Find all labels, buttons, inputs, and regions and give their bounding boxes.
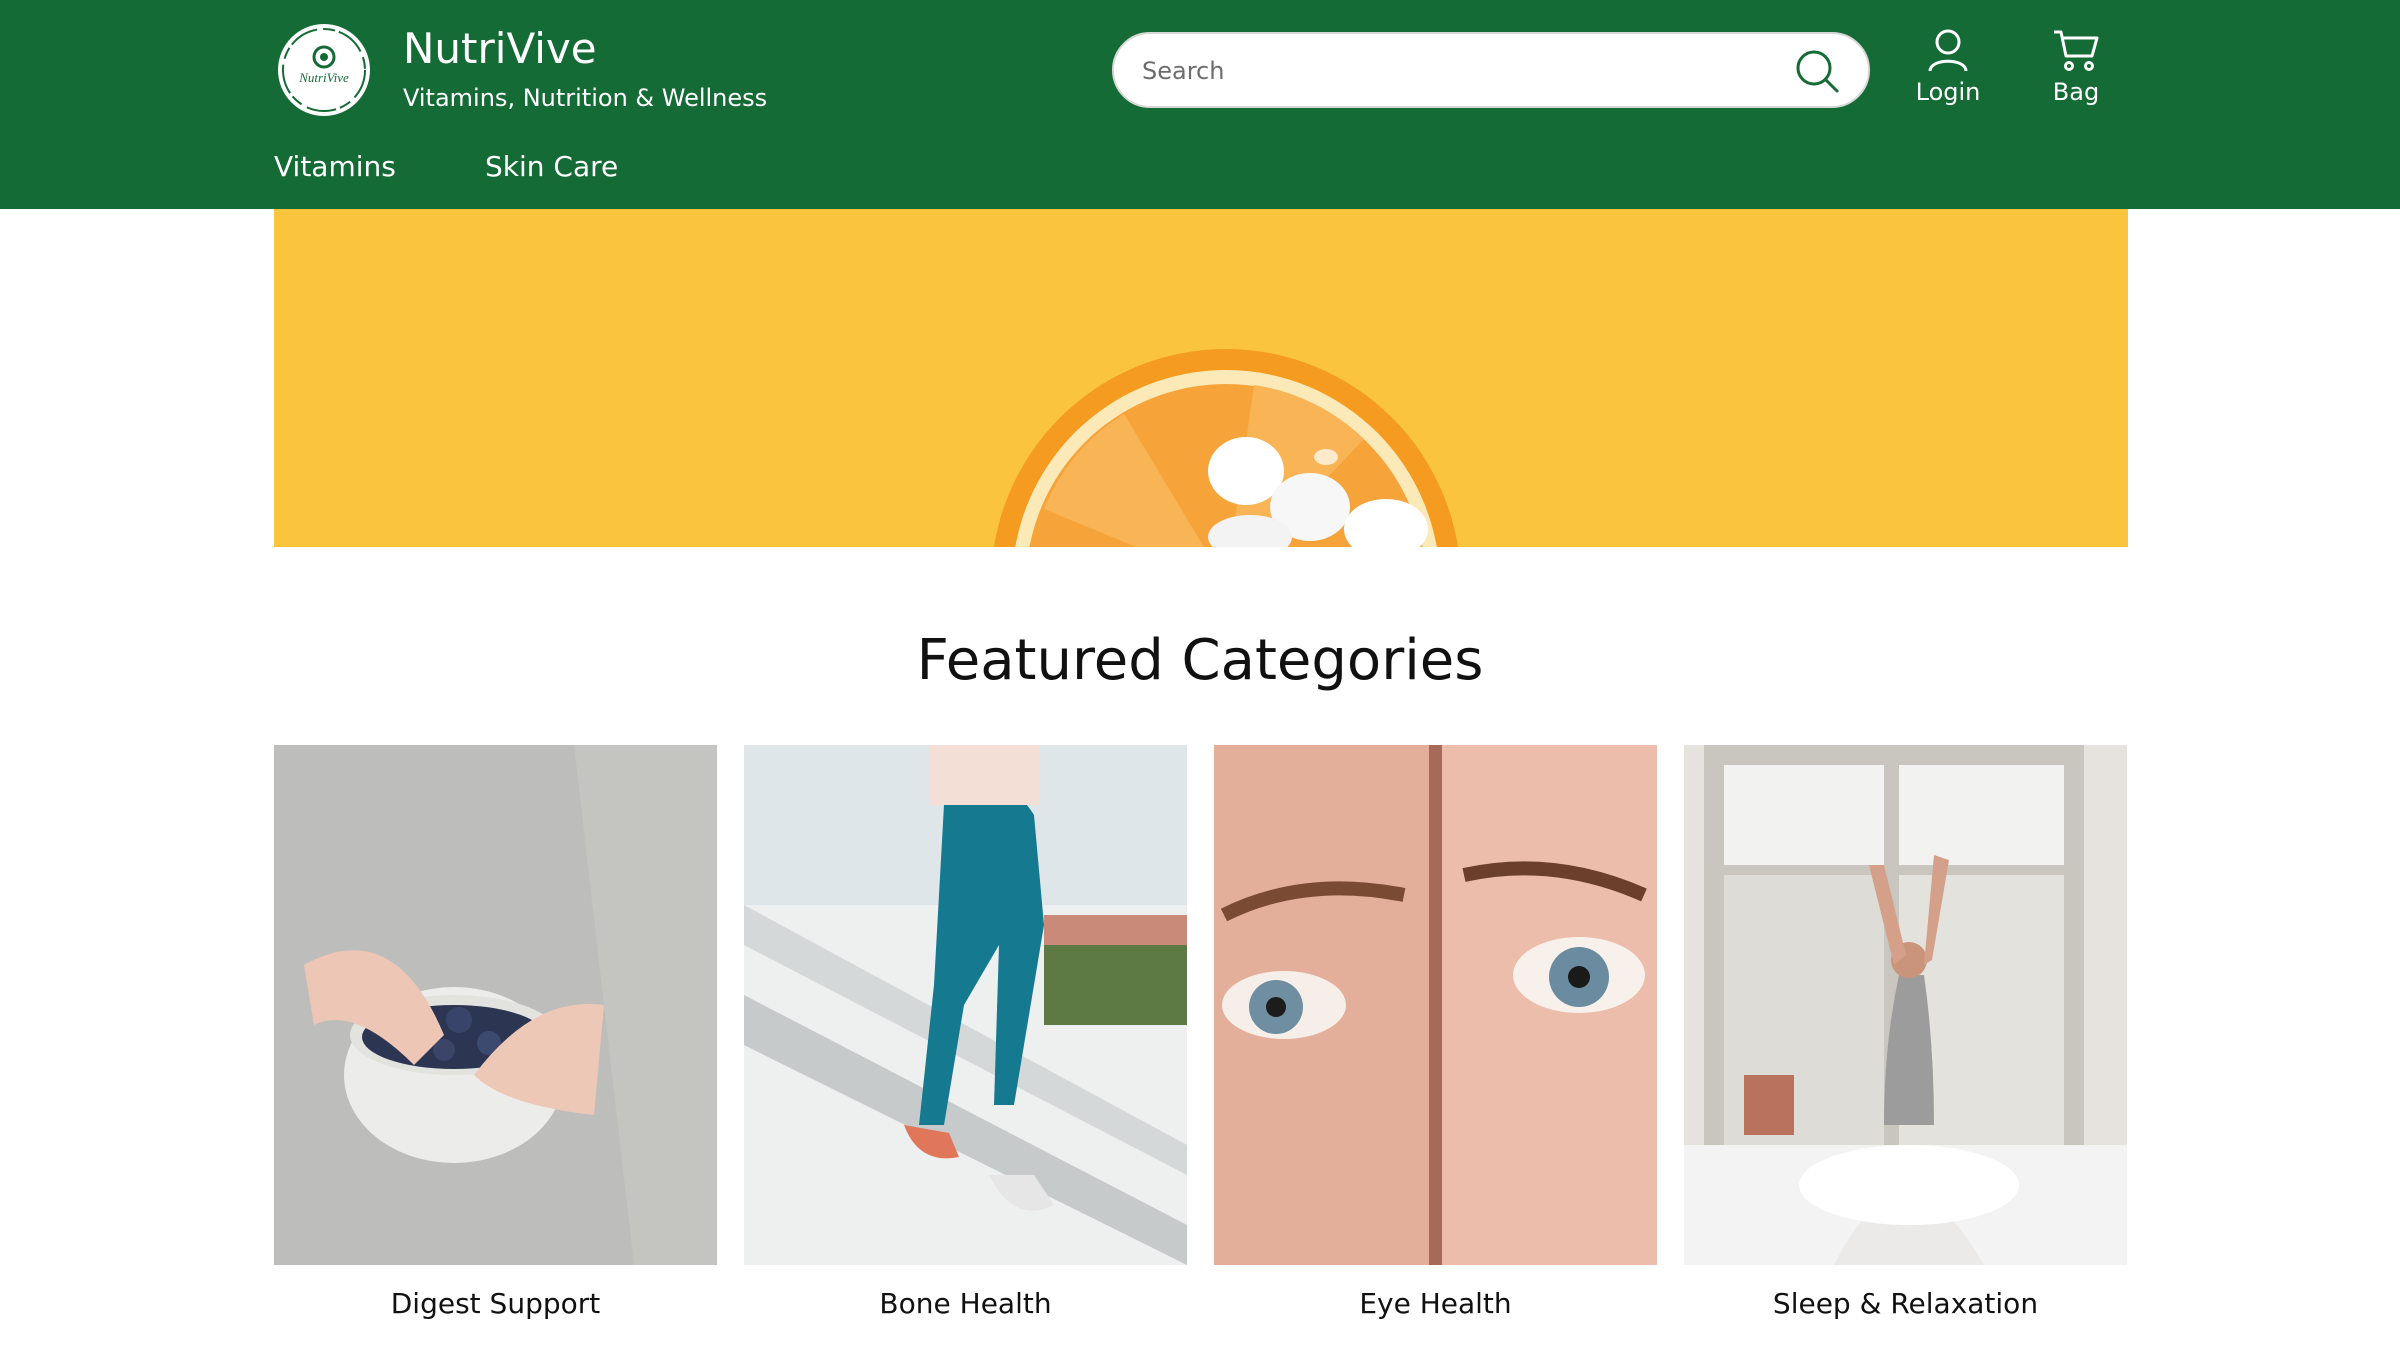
- featured-categories-title: Featured Categories: [916, 628, 1484, 693]
- category-card-bone-health[interactable]: Bone Health: [744, 745, 1187, 1320]
- login-button[interactable]: Login: [1903, 28, 1993, 118]
- category-label: Eye Health: [1359, 1287, 1512, 1320]
- search-icon[interactable]: [1794, 48, 1840, 94]
- nav-item-vitamins[interactable]: Vitamins: [274, 150, 396, 183]
- category-label: Bone Health: [879, 1287, 1052, 1320]
- bone-health-image: [744, 745, 1187, 1265]
- digest-support-image: [274, 745, 717, 1265]
- category-card-sleep-relaxation[interactable]: Sleep & Relaxation: [1684, 745, 2127, 1320]
- cart-icon: [2054, 30, 2099, 71]
- search-input[interactable]: [1140, 50, 1764, 92]
- category-card-digest-support[interactable]: Digest Support: [274, 745, 717, 1320]
- svg-text:NutriVive: NutriVive: [298, 70, 349, 85]
- search-bar: [1112, 32, 1870, 108]
- site-header: NutriVive NutriVive Vitamins, Nutrition …: [0, 0, 2400, 209]
- nav-item-skin-care[interactable]: Skin Care: [485, 150, 618, 183]
- user-icon: [1928, 29, 1968, 72]
- sleep-relaxation-image: [1684, 745, 2127, 1265]
- eye-health-image: [1214, 745, 1657, 1265]
- category-label: Sleep & Relaxation: [1772, 1287, 2039, 1320]
- brand-name[interactable]: NutriVive: [403, 24, 597, 73]
- category-label: Digest Support: [390, 1287, 601, 1320]
- category-card-eye-health[interactable]: Eye Health: [1214, 745, 1657, 1320]
- bag-label: Bag: [2052, 78, 2100, 106]
- hero-banner[interactable]: [274, 209, 2128, 547]
- brand-logo[interactable]: NutriVive: [274, 20, 374, 120]
- bag-button[interactable]: Bag: [2031, 28, 2121, 118]
- brand-tagline: Vitamins, Nutrition & Wellness: [403, 84, 768, 112]
- orange-slice-image: [274, 209, 2128, 547]
- login-label: Login: [1915, 78, 1981, 106]
